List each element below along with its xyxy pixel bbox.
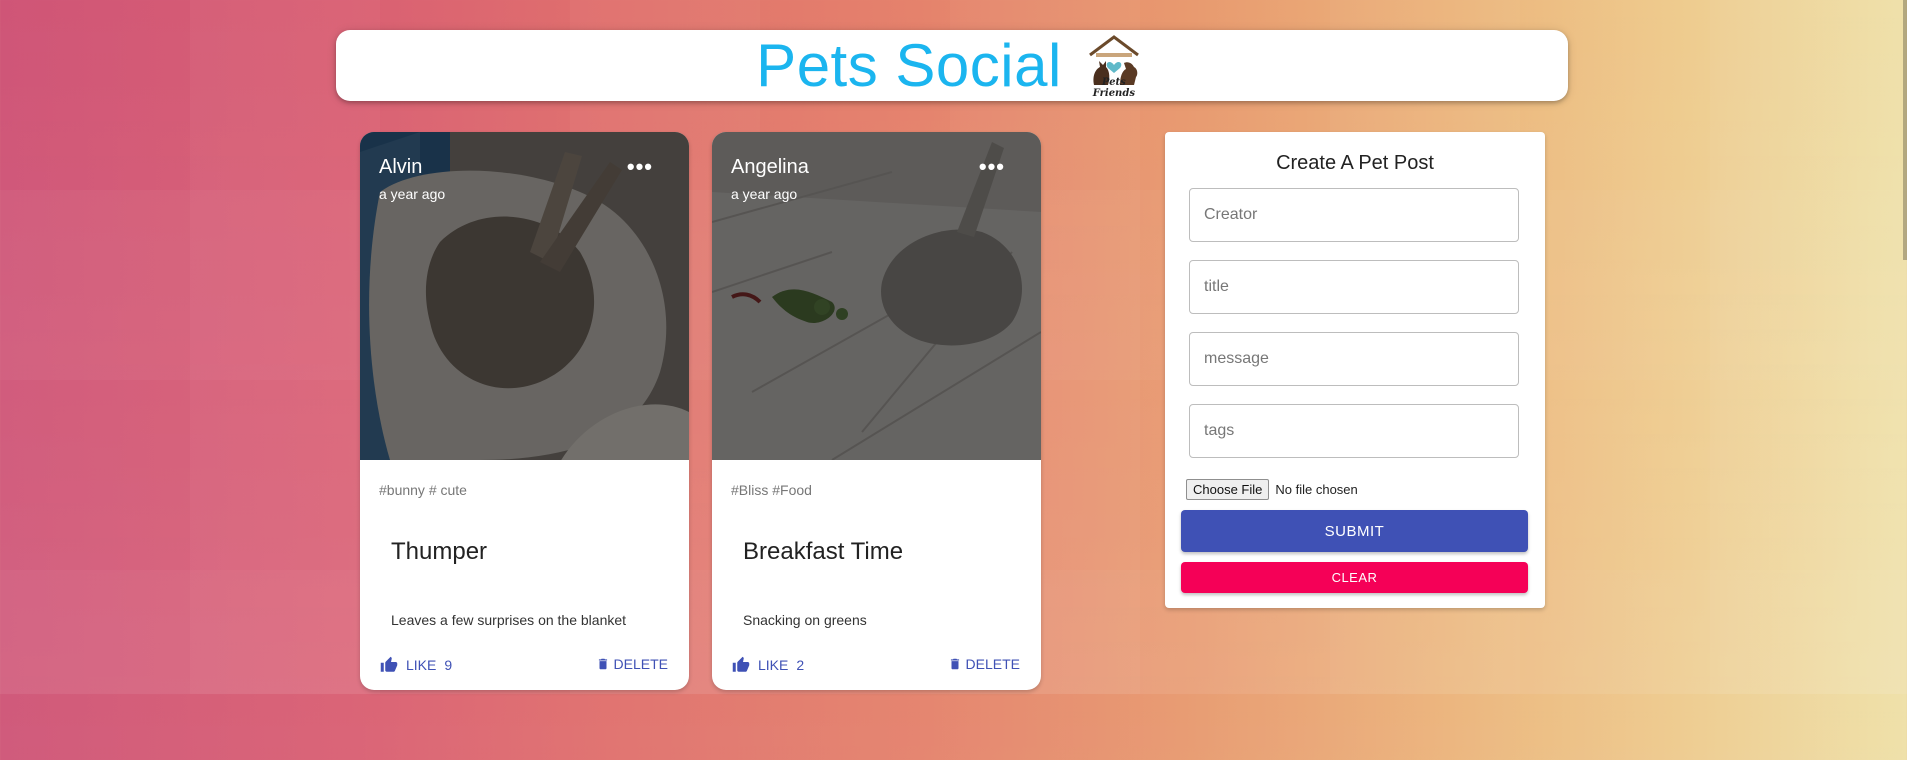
post-time: a year ago	[379, 186, 446, 202]
post-time: a year ago	[731, 186, 798, 202]
delete-label: DELETE	[965, 656, 1020, 672]
thumb-up-icon	[380, 656, 398, 672]
choose-file-button[interactable]: Choose File	[1186, 479, 1270, 500]
trash-icon	[950, 658, 959, 670]
logo-text: Pets Friends	[1092, 76, 1135, 99]
title-input[interactable]	[1189, 260, 1519, 314]
more-options-icon[interactable]: •••	[979, 154, 1005, 180]
more-options-icon[interactable]: •••	[627, 154, 653, 180]
app-header: Pets Social Pets Friends	[336, 30, 1568, 101]
trash-icon	[598, 658, 607, 670]
post-tags: #Bliss #Food	[731, 482, 812, 498]
thumb-up-icon	[732, 656, 750, 672]
post-message: Snacking on greens	[743, 612, 867, 628]
like-button[interactable]: LIKE 2	[732, 656, 804, 674]
post-card: Alvin a year ago ••• #bunny # cute Thump…	[360, 132, 689, 690]
file-status: No file chosen	[1275, 482, 1358, 497]
like-count: 2	[796, 657, 805, 673]
creator-input[interactable]	[1189, 188, 1519, 242]
post-image: Alvin a year ago •••	[360, 132, 689, 460]
app-title: Pets Social	[756, 31, 1062, 99]
tags-input[interactable]	[1189, 404, 1519, 458]
post-title: Thumper	[391, 538, 488, 565]
submit-button[interactable]: SUBMIT	[1181, 510, 1528, 552]
pets-friends-logo: Pets Friends	[1080, 33, 1148, 99]
message-input[interactable]	[1189, 332, 1519, 386]
post-message: Leaves a few surprises on the blanket	[391, 612, 627, 628]
post-title: Breakfast Time	[743, 538, 904, 565]
form-title: Create A Pet Post	[1276, 152, 1434, 174]
delete-button[interactable]: DELETE	[596, 656, 668, 672]
post-image: Angelina a year ago •••	[712, 132, 1041, 460]
create-post-form: Create A Pet Post Choose File No file ch…	[1165, 132, 1545, 608]
clear-button[interactable]: CLEAR	[1181, 562, 1528, 593]
like-button[interactable]: LIKE 9	[380, 656, 452, 674]
delete-button[interactable]: DELETE	[948, 656, 1020, 672]
like-label: LIKE	[758, 657, 789, 673]
page-scrollbar[interactable]	[1903, 0, 1907, 260]
post-card: Angelina a year ago ••• #Bliss #Food Bre…	[712, 132, 1041, 690]
post-creator: Alvin	[379, 156, 423, 178]
file-upload: Choose File No file chosen	[1186, 479, 1358, 500]
post-creator: Angelina	[731, 156, 809, 178]
like-label: LIKE	[406, 657, 437, 673]
post-tags: #bunny # cute	[379, 482, 467, 498]
delete-label: DELETE	[613, 656, 668, 672]
like-count: 9	[444, 657, 453, 673]
